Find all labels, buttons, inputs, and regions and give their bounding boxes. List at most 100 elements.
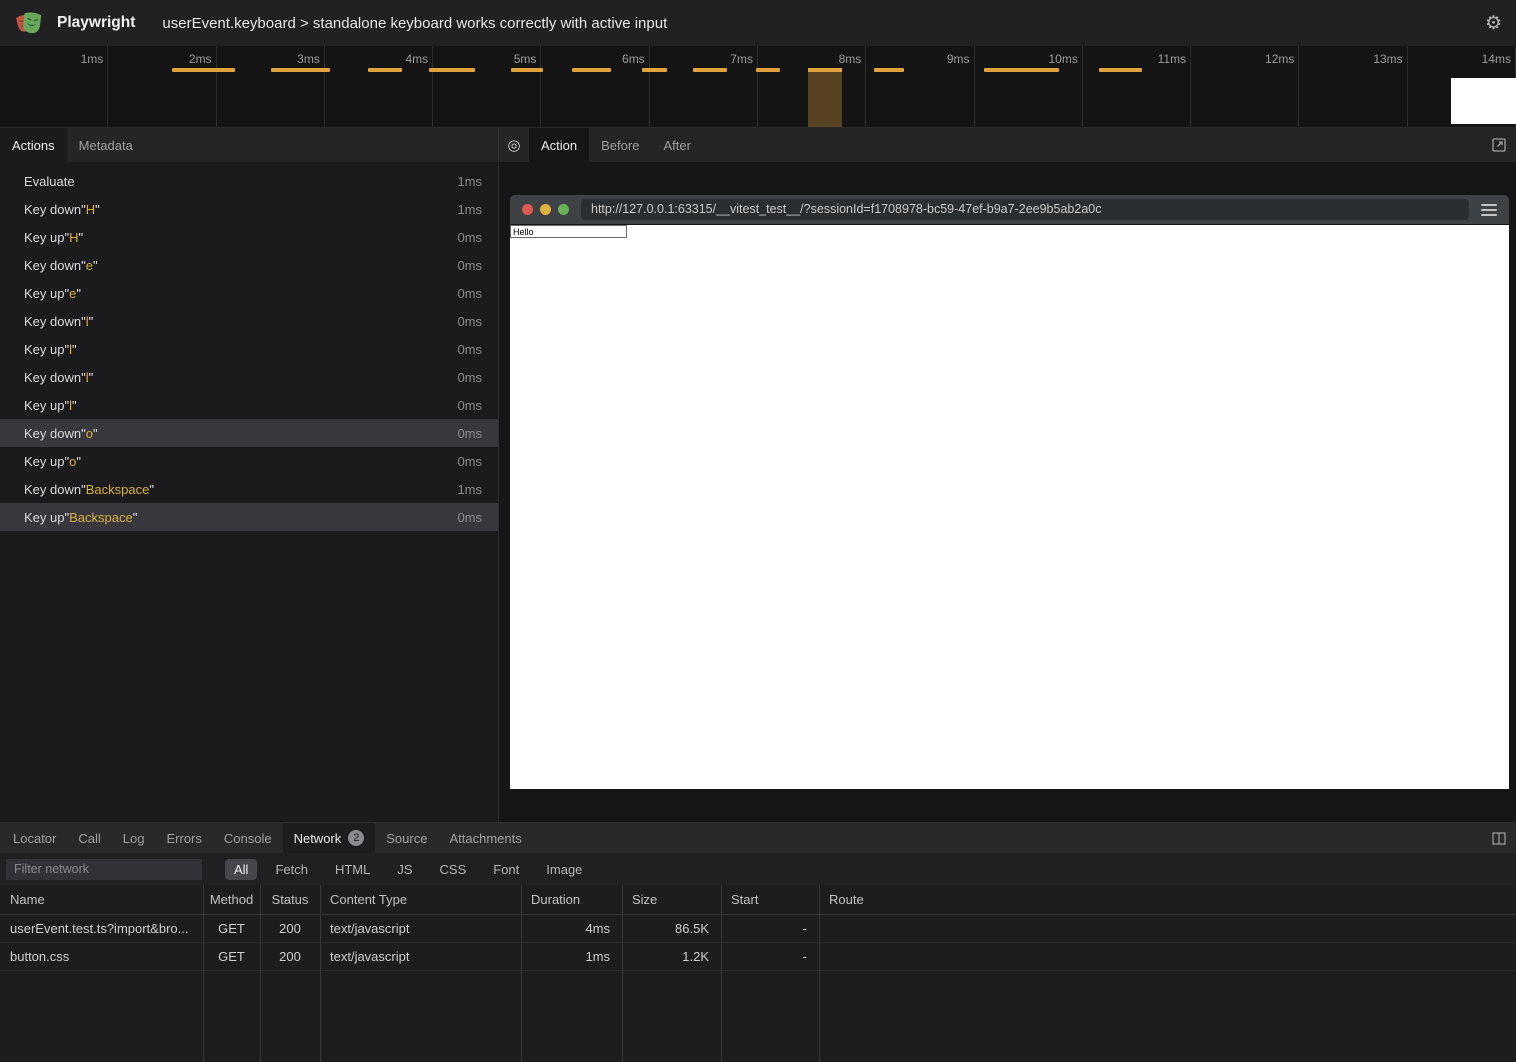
snapshot-url-bar: http://127.0.0.1:63315/__vitest_test__/?…: [581, 199, 1469, 220]
snapshot-browser-window: http://127.0.0.1:63315/__vitest_test__/?…: [510, 195, 1509, 789]
action-list-item[interactable]: Key up "e" 0ms: [0, 279, 498, 307]
details-tab[interactable]: Locator: [2, 823, 67, 853]
request-duration: 1ms: [521, 949, 622, 964]
network-count-badge: 2: [348, 830, 364, 846]
action-key-value: o: [69, 454, 76, 469]
timeline-action-bar: [368, 68, 402, 72]
action-list-item[interactable]: Key up "Backspace" 0ms: [0, 503, 498, 531]
action-list-item[interactable]: Key up "l" 0ms: [0, 335, 498, 363]
network-request-row[interactable]: userEvent.test.ts?import&bro... GET 200 …: [0, 915, 1516, 943]
details-tab[interactable]: Log: [112, 823, 156, 853]
action-list-item[interactable]: Key up "l" 0ms: [0, 391, 498, 419]
action-list-item[interactable]: Key down "e" 0ms: [0, 251, 498, 279]
action-label: Key up: [24, 342, 64, 357]
snapshot-panel: ◎ Action Before After: [499, 128, 1516, 822]
network-type-filter-chip[interactable]: HTML: [326, 859, 379, 880]
timeline-action-bars: [0, 46, 1516, 127]
pick-locator-target-icon[interactable]: ◎: [499, 128, 529, 162]
action-list-item[interactable]: Evaluate"" 1ms: [0, 167, 498, 195]
request-name: button.css: [0, 949, 203, 964]
network-type-filter-chip[interactable]: Fetch: [266, 859, 317, 880]
snapshot-tabbar: ◎ Action Before After: [499, 128, 1516, 162]
action-duration: 0ms: [457, 314, 498, 329]
column-divider: [521, 885, 522, 1062]
action-label: Evaluate: [24, 174, 75, 189]
column-header-duration[interactable]: Duration: [521, 892, 622, 907]
action-list-item[interactable]: Key down "Backspace" 1ms: [0, 475, 498, 503]
network-table-header: Name Method Status Content Type Duration…: [0, 885, 1516, 915]
actions-panel-tab[interactable]: Metadata: [67, 128, 145, 162]
network-type-filter-chip[interactable]: All: [225, 859, 257, 880]
column-divider: [260, 885, 261, 1062]
action-duration: 0ms: [457, 342, 498, 357]
traffic-light-yellow-icon: [540, 204, 551, 215]
request-size: 86.5K: [622, 921, 721, 936]
request-method: GET: [203, 921, 260, 936]
details-tab[interactable]: Attachments: [438, 823, 532, 853]
network-filter-row: All Fetch HTML JS CSS Font Image: [0, 853, 1516, 885]
trace-test-title: userEvent.keyboard > standalone keyboard…: [162, 15, 667, 32]
action-list-item[interactable]: Key down "H" 1ms: [0, 195, 498, 223]
network-type-filter-chip[interactable]: Font: [484, 859, 528, 880]
network-type-filter-chip[interactable]: Image: [537, 859, 591, 880]
request-start: -: [721, 949, 819, 964]
timeline-selected-range[interactable]: [808, 68, 842, 127]
column-header-size[interactable]: Size: [622, 892, 721, 907]
details-tab[interactable]: Call: [67, 823, 111, 853]
action-list-item[interactable]: Key up "H" 0ms: [0, 223, 498, 251]
column-header-content-type[interactable]: Content Type: [320, 892, 521, 907]
details-tab[interactable]: Console: [213, 823, 283, 853]
snapshot-tab[interactable]: Action: [529, 128, 589, 162]
snapshot-tab[interactable]: Before: [589, 128, 651, 162]
column-header-start[interactable]: Start: [721, 892, 819, 907]
request-status: 200: [260, 921, 320, 936]
app-title: Playwright: [57, 14, 135, 32]
action-duration: 0ms: [457, 370, 498, 385]
action-duration: 0ms: [457, 230, 498, 245]
open-snapshot-external-icon[interactable]: [1491, 137, 1507, 153]
network-type-filter-chip[interactable]: CSS: [431, 859, 476, 880]
network-request-row[interactable]: button.css GET 200 text/javascript 1ms 1…: [0, 943, 1516, 971]
snapshot-page: [510, 225, 1509, 789]
toggle-split-view-icon[interactable]: [1491, 831, 1507, 846]
action-list-item[interactable]: Key down "l" 0ms: [0, 307, 498, 335]
details-tab[interactable]: Source: [375, 823, 438, 853]
action-duration: 1ms: [457, 202, 498, 217]
timeline[interactable]: 1ms 2ms 3ms 4ms 5ms 6ms 7ms 8ms 9ms 10ms…: [0, 46, 1516, 128]
main-split: Actions Metadata Evaluate"" 1ms Key down…: [0, 128, 1516, 822]
action-list-item[interactable]: Key down "o" 0ms: [0, 419, 498, 447]
action-duration: 0ms: [457, 398, 498, 413]
details-tab[interactable]: Network 2: [283, 823, 376, 853]
column-header-status[interactable]: Status: [260, 892, 320, 907]
network-type-filter-chip[interactable]: JS: [388, 859, 421, 880]
traffic-light-green-icon: [558, 204, 569, 215]
action-list-item[interactable]: Key up "o" 0ms: [0, 447, 498, 475]
timeline-filmstrip-frame[interactable]: [1451, 78, 1516, 124]
network-filter-input[interactable]: [6, 859, 202, 880]
network-type-filters: All Fetch HTML JS CSS Font Image: [216, 859, 591, 880]
settings-gear-icon[interactable]: ⚙: [1485, 14, 1502, 33]
request-status: 200: [260, 949, 320, 964]
details-tab[interactable]: Errors: [155, 823, 212, 853]
actions-panel-tab[interactable]: Actions: [0, 128, 67, 162]
browser-menu-icon: [1481, 204, 1497, 216]
action-list-item[interactable]: Key down "l" 0ms: [0, 363, 498, 391]
request-name: userEvent.test.ts?import&bro...: [0, 921, 203, 936]
playwright-logo-icon: [14, 8, 44, 38]
action-key-value: o: [86, 426, 93, 441]
column-header-route[interactable]: Route: [819, 892, 1516, 907]
request-content-type: text/javascript: [320, 949, 521, 964]
action-label: Key up: [24, 454, 64, 469]
action-duration: 1ms: [457, 174, 498, 189]
action-duration: 1ms: [457, 482, 498, 497]
snapshot-viewport: http://127.0.0.1:63315/__vitest_test__/?…: [499, 162, 1516, 822]
column-header-method[interactable]: Method: [203, 892, 260, 907]
action-key-value: H: [69, 230, 78, 245]
action-label: Key down: [24, 202, 81, 217]
action-label: Key up: [24, 230, 64, 245]
snapshot-tab[interactable]: After: [651, 128, 702, 162]
column-header-name[interactable]: Name: [0, 892, 203, 907]
timeline-action-bar: [172, 68, 235, 72]
timeline-action-bar: [693, 68, 727, 72]
page-text-input[interactable]: [510, 225, 627, 238]
